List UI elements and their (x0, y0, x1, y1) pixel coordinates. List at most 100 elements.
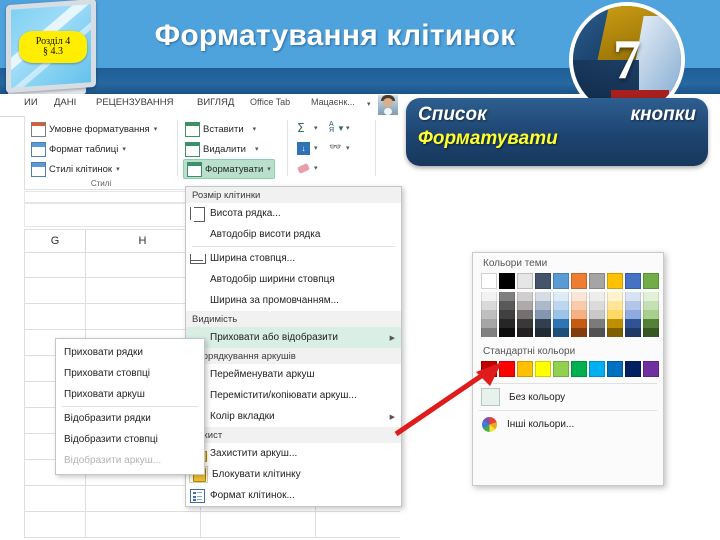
theme-color-variant-swatch[interactable] (535, 328, 551, 337)
cell-styles-button[interactable]: Стилі клітинок ▾ (31, 159, 120, 179)
tab-account-name[interactable]: Мацаєнк... (311, 97, 355, 107)
format-button[interactable]: Форматувати ▾ (183, 159, 275, 179)
menu-item-rename-sheet[interactable]: Перейменувати аркуш (186, 364, 401, 385)
theme-color-variant-swatch[interactable] (589, 310, 605, 319)
theme-color-variant-swatch[interactable] (607, 328, 623, 337)
standard-color-swatch[interactable] (607, 361, 623, 377)
theme-color-variant-swatch[interactable] (481, 310, 497, 319)
menu-item-row-height[interactable]: Висота рядка... (186, 203, 401, 224)
hide-unhide-submenu[interactable]: Приховати рядки Приховати стовпці Прихов… (55, 338, 205, 475)
theme-colors-grid[interactable] (473, 273, 663, 337)
theme-color-variant-swatch[interactable] (499, 301, 515, 310)
tab-vyglyad[interactable]: ВИГЛЯД (197, 97, 234, 108)
theme-color-variant-swatch[interactable] (607, 301, 623, 310)
theme-color-variant-swatch[interactable] (481, 328, 497, 337)
grid-row[interactable] (24, 511, 400, 538)
theme-color-variant-swatch[interactable] (607, 319, 623, 328)
standard-color-swatch[interactable] (535, 361, 551, 377)
theme-color-variant-swatch[interactable] (571, 328, 587, 337)
theme-color-column[interactable] (499, 273, 515, 337)
table-format-button[interactable]: Формат таблиці ▾ (31, 139, 126, 159)
chevron-down-icon[interactable]: ▾ (267, 165, 271, 173)
theme-color-column[interactable] (517, 273, 533, 337)
menu-item-tab-color[interactable]: Колір вкладки ▶ (186, 406, 401, 427)
tab-recenzuvannya[interactable]: РЕЦЕНЗУВАННЯ (96, 97, 174, 108)
theme-color-variant-swatch[interactable] (643, 319, 659, 328)
submenu-item-hide-sheet[interactable]: Приховати аркуш (56, 384, 204, 405)
chevron-down-icon[interactable]: ▾ (314, 164, 318, 172)
theme-color-variant-swatch[interactable] (517, 310, 533, 319)
theme-color-variant-swatch[interactable] (535, 301, 551, 310)
theme-color-variant-swatch[interactable] (571, 292, 587, 301)
theme-color-swatch[interactable] (499, 273, 515, 289)
menu-item-move-copy-sheet[interactable]: Перемістити/копіювати аркуш... (186, 385, 401, 406)
menu-item-autofit-row-height[interactable]: Автодобір висоти рядка (186, 224, 401, 245)
standard-color-swatch[interactable] (571, 361, 587, 377)
fill-button[interactable]: ↓ ▾ (297, 138, 318, 158)
insert-cells-button[interactable]: Вставити ▾ (185, 119, 256, 139)
theme-color-variant-swatch[interactable] (589, 292, 605, 301)
theme-color-variant-swatch[interactable] (625, 292, 641, 301)
format-dropdown-menu[interactable]: Розмір клітинки Висота рядка... Автодобі… (185, 186, 402, 507)
chevron-down-icon[interactable]: ▾ (346, 144, 350, 152)
theme-color-swatch[interactable] (535, 273, 551, 289)
menu-item-hide-unhide[interactable]: Приховати або відобразити ▶ (186, 327, 401, 348)
theme-color-variant-swatch[interactable] (535, 310, 551, 319)
menu-item-protect-sheet[interactable]: Захистити аркуш... (186, 443, 401, 464)
theme-color-variant-swatch[interactable] (553, 328, 569, 337)
standard-color-swatch[interactable] (643, 361, 659, 377)
menu-item-autofit-column-width[interactable]: Автодобір ширини стовпця (186, 269, 401, 290)
theme-color-swatch[interactable] (481, 273, 497, 289)
theme-color-variant-swatch[interactable] (499, 310, 515, 319)
standard-color-swatch[interactable] (553, 361, 569, 377)
menu-item-column-width[interactable]: Ширина стовпця... (186, 248, 401, 269)
theme-color-swatch[interactable] (553, 273, 569, 289)
standard-color-swatch[interactable] (625, 361, 641, 377)
chevron-down-icon[interactable]: ▾ (122, 145, 126, 153)
theme-color-variant-swatch[interactable] (643, 310, 659, 319)
theme-color-variant-swatch[interactable] (643, 328, 659, 337)
theme-color-swatch[interactable] (517, 273, 533, 289)
theme-color-column[interactable] (553, 273, 569, 337)
tab-office-tab[interactable]: Office Tab (250, 97, 290, 107)
theme-color-swatch[interactable] (643, 273, 659, 289)
theme-color-variant-swatch[interactable] (607, 292, 623, 301)
standard-color-swatch[interactable] (517, 361, 533, 377)
submenu-item-unhide-columns[interactable]: Відобразити стовпці (56, 429, 204, 450)
theme-color-swatch[interactable] (607, 273, 623, 289)
avatar[interactable] (378, 95, 398, 115)
tab-formuly[interactable]: ИИ (24, 97, 38, 108)
submenu-item-hide-columns[interactable]: Приховати стовпці (56, 363, 204, 384)
chevron-down-icon[interactable]: ▾ (253, 125, 257, 133)
theme-color-column[interactable] (625, 273, 641, 337)
theme-color-variant-swatch[interactable] (625, 319, 641, 328)
sort-filter-button[interactable]: АЯ ▼ ▾ (329, 118, 350, 138)
theme-color-variant-swatch[interactable] (589, 301, 605, 310)
theme-color-variant-swatch[interactable] (481, 292, 497, 301)
theme-color-variant-swatch[interactable] (517, 301, 533, 310)
chevron-down-icon[interactable]: ▾ (346, 124, 350, 132)
chevron-down-icon[interactable]: ▾ (314, 124, 318, 132)
standard-color-swatch[interactable] (589, 361, 605, 377)
theme-color-column[interactable] (481, 273, 497, 337)
menu-item-default-width[interactable]: Ширина за промовчанням... (186, 290, 401, 311)
theme-color-variant-swatch[interactable] (481, 301, 497, 310)
theme-color-variant-swatch[interactable] (499, 319, 515, 328)
find-select-button[interactable]: 👓 ▾ (329, 138, 350, 158)
theme-color-variant-swatch[interactable] (607, 310, 623, 319)
autosum-button[interactable]: Σ ▾ (297, 118, 318, 138)
theme-color-variant-swatch[interactable] (553, 292, 569, 301)
chevron-down-icon[interactable]: ▾ (314, 144, 318, 152)
delete-cells-button[interactable]: Видалити ▾ (185, 139, 259, 159)
column-header-g[interactable]: G (25, 230, 86, 252)
theme-color-column[interactable] (643, 273, 659, 337)
theme-color-variant-swatch[interactable] (571, 319, 587, 328)
menu-item-format-cells[interactable]: Формат клітинок... (186, 485, 401, 506)
theme-color-variant-swatch[interactable] (571, 301, 587, 310)
theme-color-variant-swatch[interactable] (535, 319, 551, 328)
theme-color-variant-swatch[interactable] (517, 328, 533, 337)
theme-color-column[interactable] (535, 273, 551, 337)
submenu-item-hide-rows[interactable]: Приховати рядки (56, 342, 204, 363)
theme-color-variant-swatch[interactable] (643, 301, 659, 310)
theme-color-variant-swatch[interactable] (589, 319, 605, 328)
